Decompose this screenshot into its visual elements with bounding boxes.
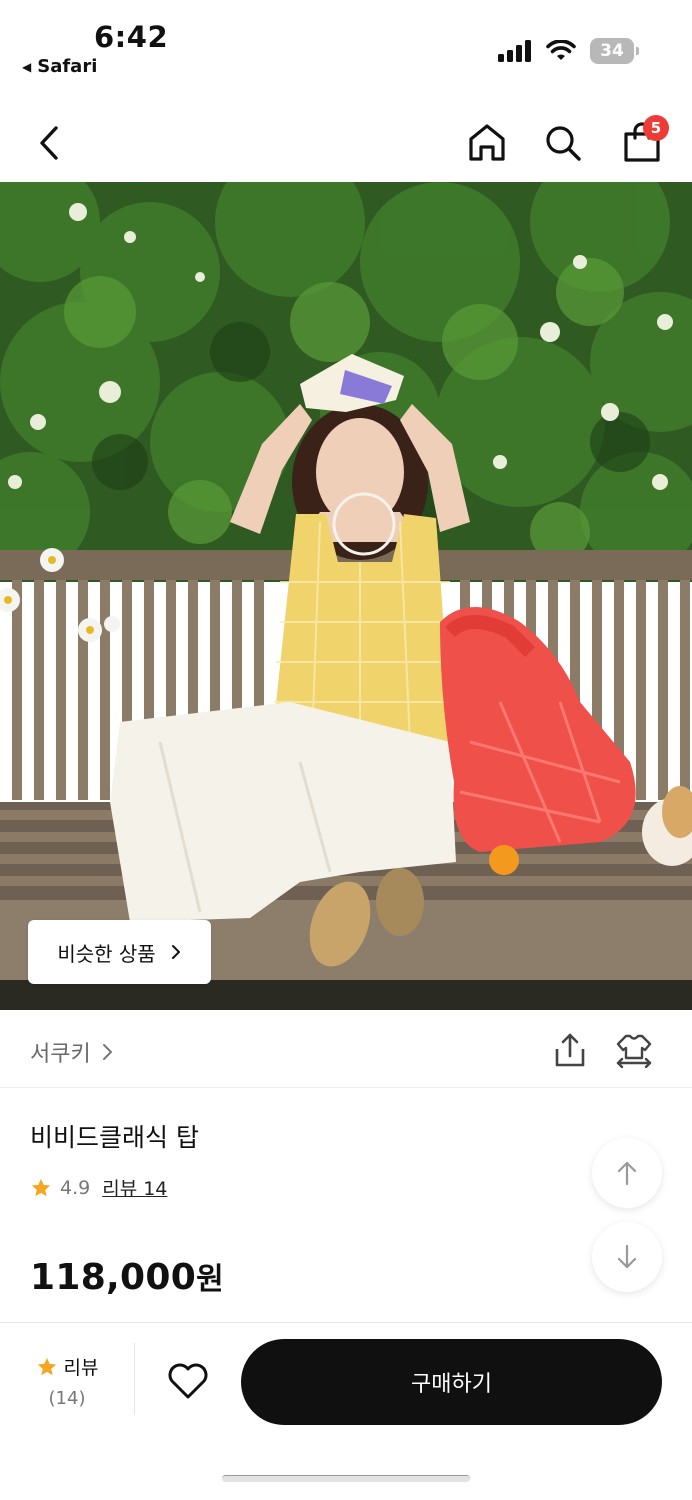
- similar-products-button[interactable]: 비슷한 상품: [28, 920, 211, 984]
- rating-row: 4.9 리뷰 14: [30, 1174, 167, 1201]
- review-tab-label: 리뷰: [63, 1357, 99, 1379]
- home-icon[interactable]: [466, 122, 508, 164]
- top-nav-bar: [0, 100, 692, 182]
- product-hero-image[interactable]: 비슷한 상품: [0, 182, 692, 1010]
- price-amount: 118,000: [30, 1257, 197, 1298]
- arrow-down-icon: [617, 1244, 637, 1269]
- status-bar: 6:42 ◀ Safari 34: [0, 0, 692, 92]
- star-icon: [37, 1357, 56, 1375]
- battery-icon: 34: [590, 38, 639, 64]
- status-time: 6:42: [94, 20, 169, 54]
- brand-link[interactable]: 서쿠키: [30, 1036, 113, 1068]
- wifi-icon: [546, 40, 576, 60]
- cart-badge: 5: [643, 115, 669, 141]
- brand-row: 서쿠키: [0, 1010, 692, 1088]
- arrow-up-icon: [617, 1161, 637, 1186]
- back-app-label: Safari: [37, 56, 98, 77]
- home-indicator: [222, 1475, 470, 1482]
- bottom-divider: [134, 1343, 135, 1415]
- product-price: 118,000원: [30, 1254, 224, 1298]
- review-tab-top: 리뷰: [30, 1353, 104, 1380]
- price-currency: 원: [196, 1262, 224, 1297]
- back-arrow-icon[interactable]: [30, 120, 70, 166]
- product-title: 비비드클래식 탑: [30, 1123, 199, 1152]
- share-icon[interactable]: [552, 1032, 588, 1068]
- scroll-up-button[interactable]: [592, 1138, 662, 1208]
- status-icons: 34: [498, 38, 639, 64]
- product-detail-page: 6:42 ◀ Safari 34 5 비슷한 상품 서쿠키 비비드클래식 탑 4…: [0, 0, 692, 1500]
- battery-level: 34: [600, 41, 624, 61]
- review-tab-button[interactable]: 리뷰 (14): [30, 1353, 104, 1409]
- chevron-right-icon: [102, 1044, 112, 1060]
- buy-button[interactable]: 구매하기: [241, 1339, 662, 1425]
- back-triangle-icon: ◀: [22, 59, 32, 74]
- brand-name: 서쿠키: [30, 1042, 91, 1067]
- star-icon: [31, 1178, 51, 1196]
- review-tab-count: (14): [48, 1388, 86, 1409]
- scroll-down-button[interactable]: [592, 1222, 662, 1292]
- product-photo: [0, 182, 692, 1010]
- chevron-right-icon: [171, 945, 180, 959]
- heart-icon[interactable]: [166, 1361, 210, 1401]
- signal-icon: [498, 40, 531, 62]
- search-icon[interactable]: [542, 122, 584, 164]
- bottom-action-bar: 리뷰 (14) 구매하기: [0, 1322, 692, 1500]
- back-to-safari[interactable]: ◀ Safari: [22, 56, 97, 77]
- review-count-link[interactable]: 리뷰 14: [102, 1174, 167, 1201]
- rating-value: 4.9: [60, 1176, 91, 1199]
- virtual-fitting-icon[interactable]: [614, 1032, 654, 1068]
- similar-products-label: 비슷한 상품: [57, 941, 156, 966]
